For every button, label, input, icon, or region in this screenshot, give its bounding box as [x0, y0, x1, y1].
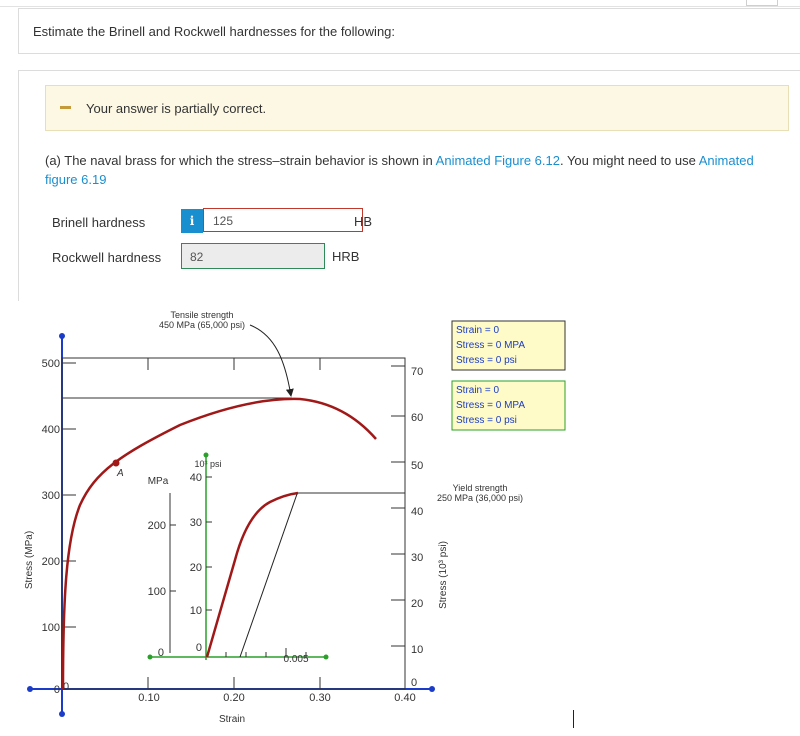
text-cursor — [573, 710, 574, 728]
tensile-strength-value: 450 MPa (65,000 psi) — [159, 320, 245, 330]
stress-strain-figure: 0 100 200 300 400 500 Stress (MPa) 0 10 … — [24, 310, 566, 725]
psi-tick-50: 50 — [411, 460, 423, 472]
inset-y-axis-handle[interactable] — [203, 452, 209, 458]
right-y-axis-label: Stress (10³ psi) — [438, 541, 449, 609]
inset-psi-label: 10³ psi — [194, 459, 221, 469]
readout1-stress-psi: Stress = 0 psi — [456, 355, 517, 366]
feedback-banner: Your answer is partially correct. — [45, 85, 789, 131]
inset-psi-tick-0: 0 — [196, 642, 202, 654]
inset-x-axis-handle-left[interactable] — [147, 654, 153, 660]
brinell-label: Brinell hardness — [52, 215, 146, 230]
mpa-tick-100: 100 — [42, 622, 60, 634]
part-a-text-before: (a) The naval brass for which the stress… — [45, 153, 436, 168]
question-panel: Estimate the Brinell and Rockwell hardne… — [18, 8, 800, 54]
strain-tick-0-10: 0.10 — [138, 692, 159, 704]
readout1-stress-mpa: Stress = 0 MPA — [456, 340, 525, 351]
partial-icon — [60, 106, 71, 109]
brinell-input[interactable]: 125 — [203, 208, 363, 232]
x-axis-label: Strain — [219, 714, 245, 725]
readout2-strain: Strain = 0 — [456, 385, 500, 396]
readout2-stress-mpa: Stress = 0 MPA — [456, 400, 525, 411]
rockwell-input[interactable]: 82 — [181, 243, 325, 269]
mpa-tick-500: 500 — [42, 358, 60, 370]
inset-elastic-curve — [205, 491, 299, 658]
mpa-tick-200: 200 — [42, 556, 60, 568]
psi-tick-0: 0 — [411, 677, 417, 689]
part-a-text-middle: . You might need to use — [559, 153, 699, 168]
part-a-text: (a) The naval brass for which the stress… — [45, 151, 775, 189]
tensile-strength-arrow — [249, 324, 294, 397]
bottom-axis-handle-left[interactable] — [27, 686, 33, 692]
mpa-tick-400: 400 — [42, 424, 60, 436]
point-a-label: A — [116, 468, 124, 479]
top-tab[interactable] — [746, 0, 778, 6]
inset-x-axis-handle-right[interactable] — [323, 654, 329, 660]
inset-mpa-tick-100: 100 — [148, 586, 166, 598]
psi-tick-20: 20 — [411, 598, 423, 610]
mpa-tick-300: 300 — [42, 490, 60, 502]
psi-tick-10: 10 — [411, 644, 423, 656]
inset-mpa-label: MPa — [148, 476, 169, 487]
yield-strength-value: 250 MPa (36,000 psi) — [437, 493, 523, 503]
readout2-stress-psi: Stress = 0 psi — [456, 415, 517, 426]
offset-line — [239, 493, 298, 658]
strain-tick-0-20: 0.20 — [223, 692, 244, 704]
question-prompt: Estimate the Brinell and Rockwell hardne… — [33, 24, 396, 39]
left-y-axis-label: Stress (MPa) — [24, 531, 35, 589]
top-strip — [0, 0, 800, 7]
rockwell-unit: HRB — [332, 249, 360, 264]
strain-tick-0-40: 0.40 — [394, 692, 415, 704]
inset-psi-tick-10: 10 — [190, 605, 202, 617]
animated-figure-6-12-link[interactable]: Animated Figure 6.12 — [436, 153, 560, 168]
strain-tick-0-30: 0.30 — [309, 692, 330, 704]
inset-strain-tick: 0.005 — [283, 654, 308, 665]
inset-psi-tick-20: 20 — [190, 562, 202, 574]
psi-tick-70: 70 — [411, 366, 423, 378]
psi-tick-60: 60 — [411, 412, 423, 424]
point-a-marker[interactable] — [112, 459, 120, 467]
brinell-unit: HB — [354, 214, 373, 229]
answer-panel: Your answer is partially correct. (a) Th… — [18, 70, 800, 301]
psi-tick-40: 40 — [411, 506, 423, 518]
bottom-axis-handle-right[interactable] — [429, 686, 435, 692]
stress-strain-curve — [61, 397, 377, 690]
psi-tick-30: 30 — [411, 552, 423, 564]
yield-strength-label: Yield strength — [453, 483, 508, 493]
rockwell-label: Rockwell hardness — [52, 250, 162, 265]
tensile-strength-label: Tensile strength — [170, 310, 233, 320]
readout1-strain: Strain = 0 — [456, 325, 500, 336]
inset-psi-tick-40: 40 — [190, 472, 202, 484]
inset-mpa-tick-200: 200 — [148, 520, 166, 532]
mpa-tick-0: 0 — [54, 684, 60, 696]
left-axis-handle-top[interactable] — [59, 333, 65, 339]
inset-psi-tick-30: 30 — [190, 517, 202, 529]
info-icon[interactable]: i — [181, 209, 203, 233]
left-axis-handle-bottom[interactable] — [59, 711, 65, 717]
feedback-text: Your answer is partially correct. — [86, 101, 267, 116]
